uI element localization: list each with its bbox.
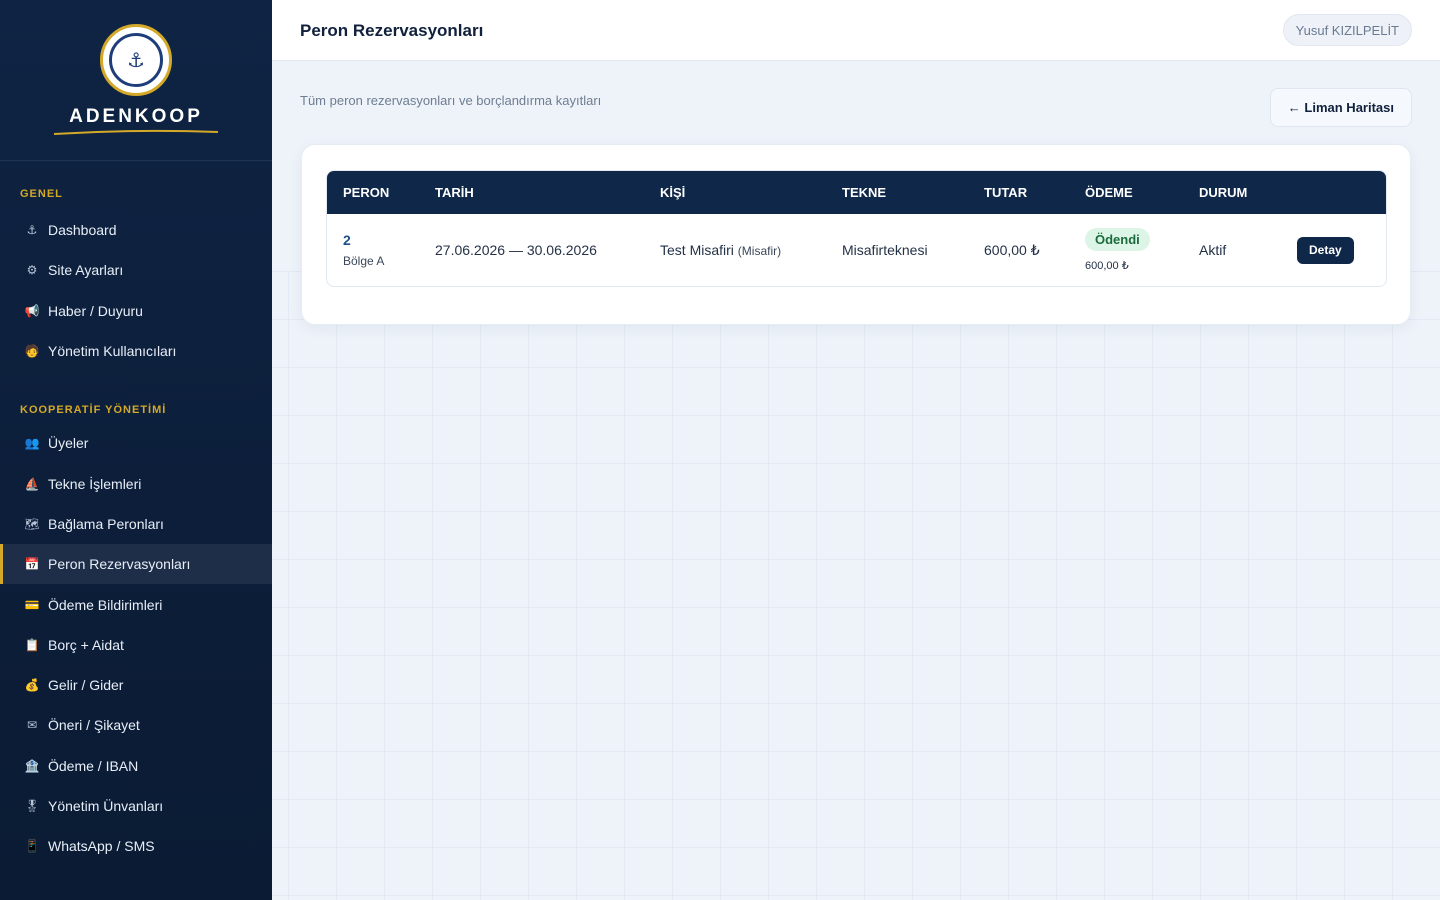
phone-icon: 📱	[24, 839, 40, 854]
credit-card-icon: 💳	[24, 597, 40, 612]
sidebar-item-label: Haber / Duyuru	[48, 302, 143, 319]
sidebar-item-income-expense[interactable]: 💰 Gelir / Gider	[0, 665, 272, 705]
sidebar-item-dashboard[interactable]: ⚓ Dashboard	[0, 210, 272, 250]
bank-icon: 🏦	[24, 758, 40, 773]
cell-status: Aktif	[1199, 242, 1227, 258]
person-name: Test Misafiri	[660, 242, 734, 258]
money-bag-icon: 💰	[24, 678, 40, 693]
cell-boat: Misafirteknesi	[842, 242, 928, 258]
sidebar-item-label: Tekne İşlemleri	[48, 475, 142, 492]
cell-actions: Detay	[1281, 214, 1386, 286]
sidebar-item-titles[interactable]: 🎖 Yönetim Ünvanları	[0, 786, 272, 826]
sidebar-item-payment-notices[interactable]: 💳 Ödeme Bildirimleri	[0, 584, 272, 624]
cell-amount: 600,00 ₺	[984, 241, 1040, 258]
grid-background	[272, 271, 1440, 900]
sidebar-item-label: Site Ayarları	[48, 262, 124, 279]
sidebar-item-admin-users[interactable]: 🧑 Yönetim Kullanıcıları	[0, 331, 272, 371]
page-subtitle: Tüm peron rezervasyonları ve borçlandırm…	[300, 93, 602, 108]
table-row: 2 Bölge A 27.06.2026 — 30.06.2026 Test M…	[327, 214, 1386, 286]
sidebar-item-whatsapp-sms[interactable]: 📱 WhatsApp / SMS	[0, 826, 272, 866]
reservations-table: PERON TARİH KİŞİ TEKNE TUTAR ÖDEME DURUM…	[326, 170, 1387, 287]
logo: ⚓	[100, 24, 172, 96]
section-title-general: GENEL	[20, 188, 63, 200]
sidebar-item-debt-dues[interactable]: 📋 Borç + Aidat	[0, 625, 272, 665]
sidebar-item-boats[interactable]: ⛵ Tekne İşlemleri	[0, 463, 272, 503]
column-header-amount: TUTAR	[984, 185, 1028, 200]
main-content: Tüm peron rezervasyonları ve borçlandırm…	[272, 61, 1440, 900]
sidebar-item-label: Peron Rezervasyonları	[48, 556, 191, 573]
column-header-date: TARİH	[435, 185, 474, 200]
column-header-berth: PERON	[343, 185, 390, 200]
sidebar-item-label: Öneri / Şikayet	[48, 717, 140, 734]
column-header-payment: ÖDEME	[1085, 185, 1133, 200]
sidebar-item-berths[interactable]: 🗺 Bağlama Peronları	[0, 504, 272, 544]
medal-icon: 🎖	[24, 799, 40, 813]
user-menu[interactable]: Yusuf KIZILPELİT	[1282, 14, 1412, 46]
calendar-icon: 📅	[24, 557, 40, 572]
column-header-person: KİŞİ	[660, 185, 686, 200]
reservations-card: PERON TARİH KİŞİ TEKNE TUTAR ÖDEME DURUM…	[301, 144, 1411, 325]
user-icon: 🧑	[24, 344, 40, 359]
cell-person: Test Misafiri (Misafir)	[644, 214, 826, 286]
sidebar-item-label: Yönetim Kullanıcıları	[48, 343, 177, 360]
brand-underline	[53, 129, 219, 135]
berth-number-link[interactable]: 2	[343, 232, 419, 248]
section-title-cooperative: KOOPERATİF YÖNETİMİ	[20, 404, 167, 417]
nav-general: ⚓ Dashboard ⚙ Site Ayarları 📢 Haber / Duyur…	[0, 210, 272, 371]
detail-button[interactable]: Detay	[1297, 236, 1354, 264]
column-header-boat: TEKNE	[842, 185, 887, 200]
gear-icon: ⚙	[26, 263, 38, 278]
column-header-actions	[1281, 171, 1386, 214]
sidebar-item-label: Bağlama Peronları	[48, 515, 164, 532]
sidebar-item-members[interactable]: 👥 Üyeler	[0, 423, 272, 463]
brand-name: ADENKOOP	[69, 106, 203, 127]
topbar: Peron Rezervasyonları Yusuf KIZILPELİT	[272, 0, 1440, 61]
anchor-icon: ⚓	[26, 223, 38, 238]
sidebar-item-label: Yönetim Ünvanları	[48, 798, 164, 814]
megaphone-icon: 📢	[24, 303, 40, 318]
sidebar-item-suggestions[interactable]: ✉ Öneri / Şikayet	[0, 705, 272, 745]
sidebar-item-site-settings[interactable]: ⚙ Site Ayarları	[0, 250, 272, 290]
clipboard-icon: 📋	[24, 637, 40, 652]
map-icon: 🗺	[24, 516, 40, 531]
sidebar-item-label: Borç + Aidat	[48, 636, 124, 653]
anchor-emblem-icon: ⚓	[109, 33, 163, 87]
sidebar-item-news[interactable]: 📢 Haber / Duyuru	[0, 291, 272, 331]
envelope-icon: ✉	[26, 718, 38, 733]
sidebar: ⚓ ADENKOOP GENEL ⚓ Dashboard ⚙ Site Ayarla…	[0, 0, 272, 900]
berth-zone: Bölge A	[343, 254, 385, 268]
sidebar-item-label: Dashboard	[48, 222, 117, 239]
sidebar-item-label: Gelir / Gider	[48, 677, 124, 694]
cell-date: 27.06.2026 — 30.06.2026	[435, 242, 597, 258]
sidebar-item-label: WhatsApp / SMS	[48, 838, 155, 855]
brand: ⚓ ADENKOOP	[0, 0, 272, 161]
payment-status-badge: Ödendi	[1085, 228, 1150, 251]
page-title: Peron Rezervasyonları	[300, 21, 484, 40]
users-icon: 👥	[24, 436, 40, 451]
nav-cooperative: 👥 Üyeler ⛵ Tekne İşlemleri 🗺 Bağlama Peronl…	[0, 423, 272, 866]
sidebar-item-label: Üyeler	[48, 435, 89, 452]
cell-berth: 2 Bölge A	[327, 214, 419, 286]
sidebar-item-payment-iban[interactable]: 🏦 Ödeme / IBAN	[0, 746, 272, 786]
person-type: (Misafir)	[737, 244, 782, 258]
column-header-status: DURUM	[1199, 185, 1248, 200]
payment-amount: 600,00 ₺	[1085, 260, 1129, 272]
harbor-map-button[interactable]: ← Liman Haritası	[1269, 88, 1412, 127]
sidebar-item-label: Ödeme / IBAN	[48, 757, 139, 774]
sidebar-item-berth-reservations[interactable]: 📅 Peron Rezervasyonları	[0, 544, 272, 585]
table-header-row: PERON TARİH KİŞİ TEKNE TUTAR ÖDEME DURUM	[327, 171, 1386, 214]
sailboat-icon: ⛵	[24, 476, 40, 491]
sidebar-item-label: Ödeme Bildirimleri	[48, 596, 163, 613]
cell-payment: Ödendi 600,00 ₺	[1069, 214, 1183, 286]
